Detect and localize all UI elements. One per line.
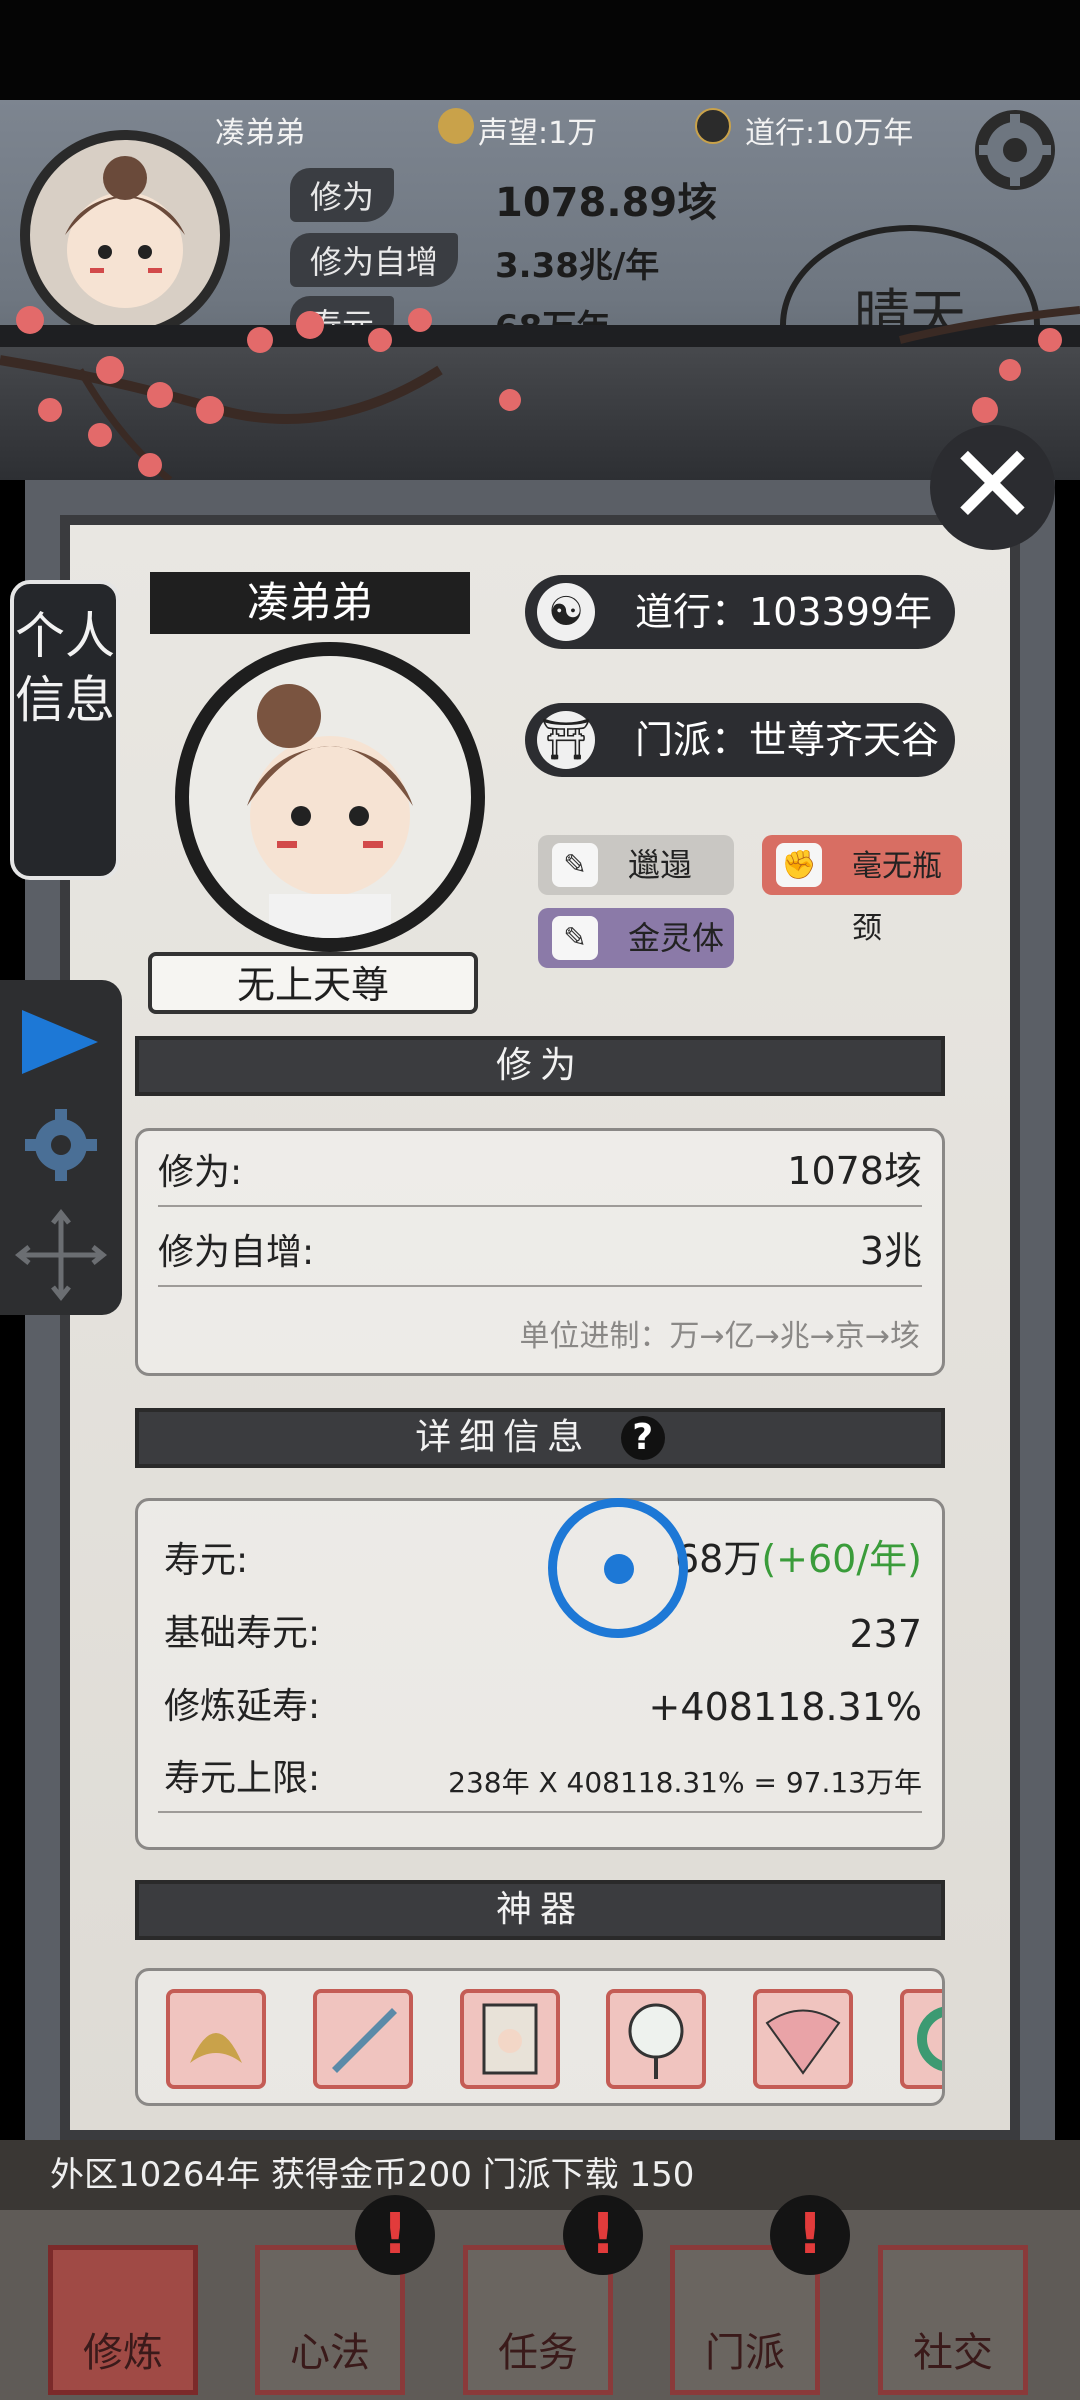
section-header-cultivation: 修为	[135, 1036, 945, 1096]
side-tab-personal-info[interactable]: 个人信息	[10, 580, 120, 880]
profile-avatar	[175, 642, 485, 952]
sect-pill-text: 门派：世尊齐天谷	[635, 718, 940, 762]
alert-icon: !	[770, 2195, 850, 2275]
stat-label: 寿元上限:	[164, 1758, 321, 1799]
section-header-details-text: 详细信息	[415, 1417, 592, 1458]
artifact-strip	[135, 1968, 945, 2106]
lifespan-rate: (+60/年)	[761, 1537, 922, 1581]
scroll-icon: ✎	[552, 843, 598, 887]
close-button[interactable]: ✕	[930, 425, 1055, 550]
widget-gear-icon[interactable]	[22, 1110, 102, 1190]
artifact-claw-icon[interactable]	[166, 1989, 266, 2089]
artifact-round-fan-icon[interactable]	[606, 1989, 706, 2089]
stat-value: 237	[849, 1612, 922, 1656]
close-icon: ✕	[946, 421, 1039, 549]
player-name: 凑弟弟	[215, 116, 305, 151]
prestige-text: 声望:1万	[478, 116, 598, 151]
trait-tag[interactable]: ✎ 邋遢	[538, 835, 734, 895]
stat-row: 寿元: 68万(+60/年)	[158, 1523, 922, 1593]
stat-row: 修为自增: 3兆	[158, 1215, 922, 1287]
stat-row: 寿元上限: 238年 X 408118.31% = 97.13万年	[158, 1741, 922, 1813]
unit-scale-note: 单位进制：万→亿→兆→京→垓	[519, 1319, 920, 1354]
artifact-book-icon[interactable]	[460, 1989, 560, 2089]
trait-tag[interactable]: ✊ 毫无瓶颈	[762, 835, 962, 946]
nav-cultivate-label: 修炼	[83, 2330, 163, 2376]
scroll-icon: ✎	[552, 916, 598, 960]
hud-growth-value: 3.38兆/年	[495, 246, 660, 286]
nav-cultivate[interactable]: 修炼	[48, 2245, 198, 2395]
stat-row: 基础寿元: 237	[158, 1596, 922, 1666]
stat-label: 修为自增:	[158, 1232, 315, 1273]
details-box: 寿元: 68万(+60/年) 基础寿元: 237 修炼延寿: +408118.3…	[135, 1498, 945, 1850]
trait-tag[interactable]: ✎ 金灵体	[538, 908, 734, 968]
news-ticker: 外区10264年 获得金币200 门派下载 150	[0, 2140, 1080, 2210]
hud-growth-label: 修为自增	[290, 233, 459, 287]
stat-label: 修为:	[158, 1152, 243, 1193]
nav-social-label: 社交	[913, 2330, 993, 2376]
move-icon[interactable]	[12, 1210, 112, 1310]
rank-title-badge: 无上天尊	[148, 952, 478, 1014]
fist-icon: ✊	[776, 843, 822, 887]
stat-row: 修为: 1078垓	[158, 1135, 922, 1207]
yinyang-icon	[695, 108, 731, 144]
lifespan-value: 68万	[674, 1537, 762, 1581]
artifact-sword-icon[interactable]	[313, 1989, 413, 2089]
alert-icon: !	[563, 2195, 643, 2275]
artifact-ring-icon[interactable]	[900, 1989, 942, 2089]
help-icon[interactable]: ?	[620, 1416, 665, 1460]
trait-tag-text: 金灵体	[628, 919, 725, 957]
dao-pill-text: 道行：103399年	[635, 590, 933, 634]
play-icon[interactable]	[22, 1010, 102, 1090]
section-header-details: 详细信息 ?	[135, 1408, 945, 1468]
stat-label: 修炼延寿:	[164, 1686, 321, 1727]
dao-pill: ☯ 道行：103399年	[525, 575, 955, 649]
stat-value: +408118.31%	[648, 1685, 922, 1729]
trait-tag-text: 邋遢	[628, 846, 693, 884]
settings-gear-icon[interactable]	[975, 110, 1055, 190]
nav-sect-label: 门派	[705, 2330, 785, 2376]
yinyang-icon: ☯	[537, 583, 595, 641]
stat-value: 238年 X 408118.31% = 97.13万年	[448, 1766, 922, 1799]
stat-label: 寿元:	[164, 1540, 249, 1581]
section-header-artifacts: 神器	[135, 1880, 945, 1940]
nav-tasks-label: 任务	[498, 2330, 578, 2376]
stat-value: 68万(+60/年)	[675, 1528, 922, 1583]
temple-icon: ⛩	[537, 711, 595, 769]
cultivation-box: 修为: 1078垓 修为自增: 3兆 单位进制：万→亿→兆→京→垓	[135, 1128, 945, 1376]
nav-social[interactable]: 社交	[878, 2245, 1028, 2395]
stat-label: 基础寿元:	[164, 1613, 321, 1654]
stat-row: 修炼延寿: +408118.31%	[158, 1669, 922, 1739]
hud-cultivation-value: 1078.89垓	[495, 180, 718, 226]
artifact-folding-fan-icon[interactable]	[753, 1989, 853, 2089]
coin-icon	[438, 108, 474, 144]
dao-text: 道行:10万年	[745, 116, 914, 151]
nav-mind-method-label: 心法	[290, 2330, 370, 2376]
sect-pill[interactable]: ⛩ 门派：世尊齐天谷	[525, 703, 955, 777]
touch-indicator-dot	[604, 1554, 634, 1584]
hud-cultivation-label: 修为	[290, 168, 395, 222]
profile-name: 凑弟弟	[150, 572, 470, 634]
alert-icon: !	[355, 2195, 435, 2275]
stat-value: 1078垓	[787, 1149, 922, 1193]
stat-value: 3兆	[859, 1229, 922, 1273]
